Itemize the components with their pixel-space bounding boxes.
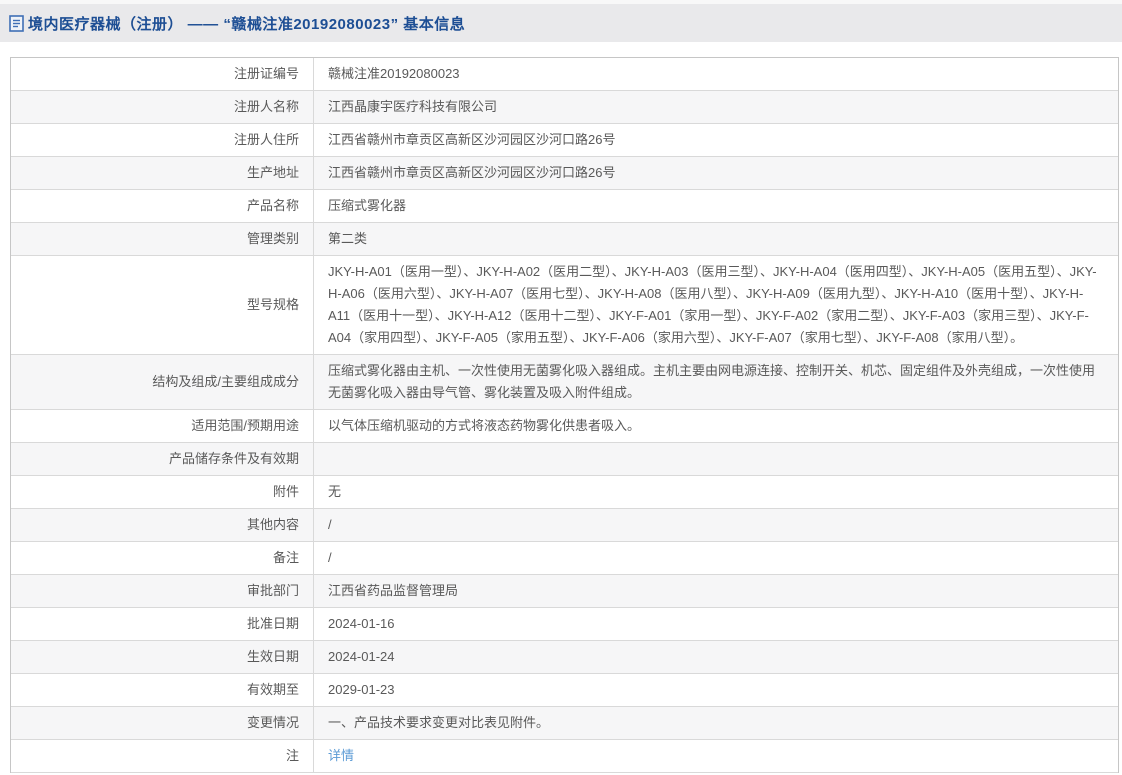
row-label: 有效期至 <box>11 674 314 706</box>
row-label: 结构及组成/主要组成成分 <box>11 355 314 409</box>
row-value-text: 江西省赣州市章贡区高新区沙河园区沙河口路26号 <box>328 132 616 147</box>
row-value: 压缩式雾化器 <box>314 190 1118 222</box>
table-row: 生产地址 江西省赣州市章贡区高新区沙河园区沙河口路26号 <box>11 157 1118 190</box>
table-row: 其他内容 / <box>11 509 1118 542</box>
row-value-text: / <box>328 517 332 532</box>
row-value-text: 一、产品技术要求变更对比表见附件。 <box>328 715 550 730</box>
row-value: 江西省药品监督管理局 <box>314 575 1118 607</box>
row-value-text: / <box>328 550 332 565</box>
row-value-text: 江西晶康宇医疗科技有限公司 <box>328 99 498 114</box>
row-value-text: 赣械注准20192080023 <box>328 66 460 81</box>
table-row: 注册人住所 江西省赣州市章贡区高新区沙河园区沙河口路26号 <box>11 124 1118 157</box>
row-value: JKY-H-A01（医用一型）、JKY-H-A02（医用二型）、JKY-H-A0… <box>314 256 1118 354</box>
table-row: 型号规格 JKY-H-A01（医用一型）、JKY-H-A02（医用二型）、JKY… <box>11 256 1118 355</box>
row-label-text: 审批部门 <box>246 583 299 598</box>
table-row: 生效日期 2024-01-24 <box>11 641 1118 674</box>
table-row: 适用范围/预期用途 以气体压缩机驱动的方式将液态药物雾化供患者吸入。 <box>11 410 1118 443</box>
row-value: 2024-01-24 <box>314 641 1118 673</box>
row-label-text: 结构及组成/主要组成成分 <box>152 374 299 389</box>
row-value-text: 江西省药品监督管理局 <box>328 583 459 598</box>
row-value-text: 压缩式雾化器由主机、一次性使用无菌雾化吸入器组成。主机主要由网电源连接、控制开关… <box>328 363 1096 400</box>
table-row: 注 详情 <box>11 740 1118 773</box>
row-label: 生产地址 <box>11 157 314 189</box>
row-value-text: 以气体压缩机驱动的方式将液态药物雾化供患者吸入。 <box>328 418 641 433</box>
row-label-text: 备注 <box>272 550 299 565</box>
row-label-text: 生效日期 <box>246 649 299 664</box>
row-value-text: 第二类 <box>328 231 368 246</box>
row-value: 江西晶康宇医疗科技有限公司 <box>314 91 1118 123</box>
row-value: 赣械注准20192080023 <box>314 58 1118 90</box>
table-row: 产品名称 压缩式雾化器 <box>11 190 1118 223</box>
row-label: 生效日期 <box>11 641 314 673</box>
table-row: 批准日期 2024-01-16 <box>11 608 1118 641</box>
page-title: 境内医疗器械（注册） —— “赣械注准20192080023” 基本信息 <box>28 15 466 33</box>
registration-info-table: 注册证编号 赣械注准20192080023 注册人名称 江西晶康宇医疗科技有限公… <box>10 57 1119 773</box>
table-row: 附件 无 <box>11 476 1118 509</box>
table-row: 备注 / <box>11 542 1118 575</box>
row-label-text: 注册证编号 <box>233 66 299 81</box>
document-icon <box>9 14 24 32</box>
row-label-text: 有效期至 <box>246 682 299 697</box>
row-value-text: 江西省赣州市章贡区高新区沙河园区沙河口路26号 <box>328 165 616 180</box>
page-header: 境内医疗器械（注册） —— “赣械注准20192080023” 基本信息 <box>0 0 1122 42</box>
row-value: 一、产品技术要求变更对比表见附件。 <box>314 707 1118 739</box>
row-label-text: 批准日期 <box>246 616 299 631</box>
row-label: 其他内容 <box>11 509 314 541</box>
row-value: 2029-01-23 <box>314 674 1118 706</box>
row-label-text: 其他内容 <box>246 517 299 532</box>
row-value: / <box>314 509 1118 541</box>
row-label-text: 附件 <box>272 484 299 499</box>
row-value-text: 2029-01-23 <box>328 682 395 697</box>
table-row: 结构及组成/主要组成成分 压缩式雾化器由主机、一次性使用无菌雾化吸入器组成。主机… <box>11 355 1118 410</box>
row-label: 审批部门 <box>11 575 314 607</box>
row-label-text: 产品储存条件及有效期 <box>168 451 299 466</box>
row-label-text: 管理类别 <box>246 231 299 246</box>
row-label-text: 注 <box>285 748 299 763</box>
row-label-text: 产品名称 <box>246 198 299 213</box>
table-row: 管理类别 第二类 <box>11 223 1118 256</box>
table-row: 审批部门 江西省药品监督管理局 <box>11 575 1118 608</box>
row-label-text: 变更情况 <box>246 715 299 730</box>
row-label: 注 <box>11 740 314 772</box>
row-value: 详情 <box>314 740 1118 772</box>
row-value-text: 2024-01-16 <box>328 616 395 631</box>
table-row: 变更情况 一、产品技术要求变更对比表见附件。 <box>11 707 1118 740</box>
row-value: 无 <box>314 476 1118 508</box>
table-row: 产品储存条件及有效期 <box>11 443 1118 476</box>
row-label: 注册证编号 <box>11 58 314 90</box>
row-value-text: 2024-01-24 <box>328 649 395 664</box>
row-value: 第二类 <box>314 223 1118 255</box>
row-label: 注册人名称 <box>11 91 314 123</box>
row-value-text: 无 <box>328 484 342 499</box>
row-label: 批准日期 <box>11 608 314 640</box>
detail-link[interactable]: 详情 <box>328 745 354 767</box>
row-value: / <box>314 542 1118 574</box>
row-value: 江西省赣州市章贡区高新区沙河园区沙河口路26号 <box>314 157 1118 189</box>
row-label-text: 型号规格 <box>246 297 299 312</box>
row-label: 适用范围/预期用途 <box>11 410 314 442</box>
row-label: 注册人住所 <box>11 124 314 156</box>
row-value <box>314 443 1118 475</box>
table-row: 注册证编号 赣械注准20192080023 <box>11 58 1118 91</box>
row-value-text: 压缩式雾化器 <box>328 198 407 213</box>
row-label: 变更情况 <box>11 707 314 739</box>
table-row: 有效期至 2029-01-23 <box>11 674 1118 707</box>
row-label: 产品储存条件及有效期 <box>11 443 314 475</box>
row-value: 压缩式雾化器由主机、一次性使用无菌雾化吸入器组成。主机主要由网电源连接、控制开关… <box>314 355 1118 409</box>
row-label: 管理类别 <box>11 223 314 255</box>
row-label-text: 注册人名称 <box>233 99 299 114</box>
row-value: 2024-01-16 <box>314 608 1118 640</box>
row-value: 江西省赣州市章贡区高新区沙河园区沙河口路26号 <box>314 124 1118 156</box>
row-value: 以气体压缩机驱动的方式将液态药物雾化供患者吸入。 <box>314 410 1118 442</box>
row-label-text: 生产地址 <box>246 165 299 180</box>
row-label: 附件 <box>11 476 314 508</box>
row-label: 型号规格 <box>11 256 314 354</box>
row-label-text: 适用范围/预期用途 <box>191 418 299 433</box>
row-label: 产品名称 <box>11 190 314 222</box>
table-row: 注册人名称 江西晶康宇医疗科技有限公司 <box>11 91 1118 124</box>
row-label: 备注 <box>11 542 314 574</box>
row-value-text: JKY-H-A01（医用一型）、JKY-H-A02（医用二型）、JKY-H-A0… <box>328 264 1097 345</box>
row-label-text: 注册人住所 <box>233 132 299 147</box>
